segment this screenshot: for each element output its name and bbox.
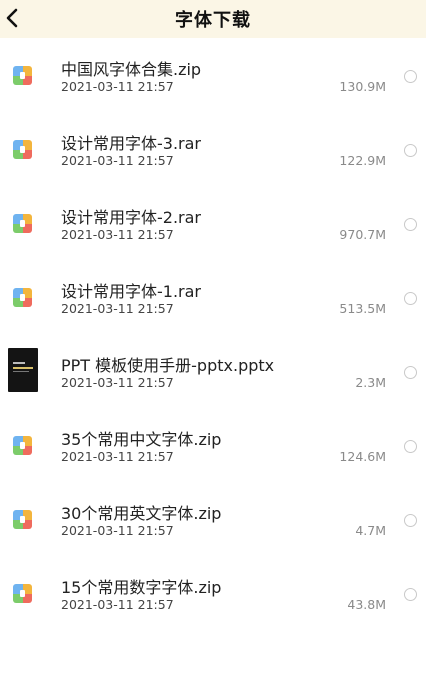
file-date: 2021-03-11 21:57 (61, 153, 174, 168)
list-item[interactable]: 中国风字体合集.zip 2021-03-11 21:57 130.9M (0, 38, 426, 112)
page-title: 字体下载 (175, 10, 251, 31)
archive-icon (13, 288, 32, 307)
file-name: 中国风字体合集.zip (61, 60, 202, 79)
file-date: 2021-03-11 21:57 (61, 227, 174, 242)
file-size: 43.8M (347, 597, 386, 612)
archive-icon (13, 66, 32, 85)
file-name: PPT 模板使用手册-pptx.pptx (61, 356, 275, 375)
select-radio[interactable] (404, 144, 417, 157)
select-radio[interactable] (404, 588, 417, 601)
file-name: 设计常用字体-3.rar (61, 134, 202, 153)
file-size: 513.5M (339, 301, 386, 316)
list-item[interactable]: 设计常用字体-3.rar 2021-03-11 21:57 122.9M (0, 112, 426, 186)
file-size: 4.7M (355, 523, 386, 538)
file-name: 设计常用字体-2.rar (61, 208, 202, 227)
top-bar: 字体下载 (0, 0, 426, 38)
file-date: 2021-03-11 21:57 (61, 375, 174, 390)
archive-icon (13, 510, 32, 529)
list-item[interactable]: 设计常用字体-2.rar 2021-03-11 21:57 970.7M (0, 186, 426, 260)
select-radio[interactable] (404, 514, 417, 527)
file-size: 2.3M (355, 375, 386, 390)
file-date: 2021-03-11 21:57 (61, 301, 174, 316)
file-date: 2021-03-11 21:57 (61, 523, 174, 538)
pptx-thumbnail-icon (8, 348, 38, 392)
list-item[interactable]: 35个常用中文字体.zip 2021-03-11 21:57 124.6M (0, 408, 426, 482)
select-radio[interactable] (404, 366, 417, 379)
archive-icon (13, 140, 32, 159)
archive-icon (13, 436, 32, 455)
file-name: 设计常用字体-1.rar (61, 282, 202, 301)
file-date: 2021-03-11 21:57 (61, 79, 174, 94)
list-item[interactable]: 30个常用英文字体.zip 2021-03-11 21:57 4.7M (0, 482, 426, 556)
file-date: 2021-03-11 21:57 (61, 449, 174, 464)
list-item[interactable]: PPT 模板使用手册-pptx.pptx 2021-03-11 21:57 2.… (0, 334, 426, 408)
select-radio[interactable] (404, 440, 417, 453)
file-list: 中国风字体合集.zip 2021-03-11 21:57 130.9M 设计常用… (0, 38, 426, 630)
file-name: 35个常用中文字体.zip (61, 430, 222, 449)
file-size: 130.9M (339, 79, 386, 94)
select-radio[interactable] (404, 292, 417, 305)
archive-icon (13, 584, 32, 603)
file-name: 15个常用数字字体.zip (61, 578, 222, 597)
file-size: 122.9M (339, 153, 386, 168)
file-size: 124.6M (339, 449, 386, 464)
select-radio[interactable] (404, 70, 417, 83)
select-radio[interactable] (404, 218, 417, 231)
file-date: 2021-03-11 21:57 (61, 597, 174, 612)
list-item[interactable]: 15个常用数字字体.zip 2021-03-11 21:57 43.8M (0, 556, 426, 630)
file-name: 30个常用英文字体.zip (61, 504, 222, 523)
file-size: 970.7M (339, 227, 386, 242)
archive-icon (13, 214, 32, 233)
list-item[interactable]: 设计常用字体-1.rar 2021-03-11 21:57 513.5M (0, 260, 426, 334)
